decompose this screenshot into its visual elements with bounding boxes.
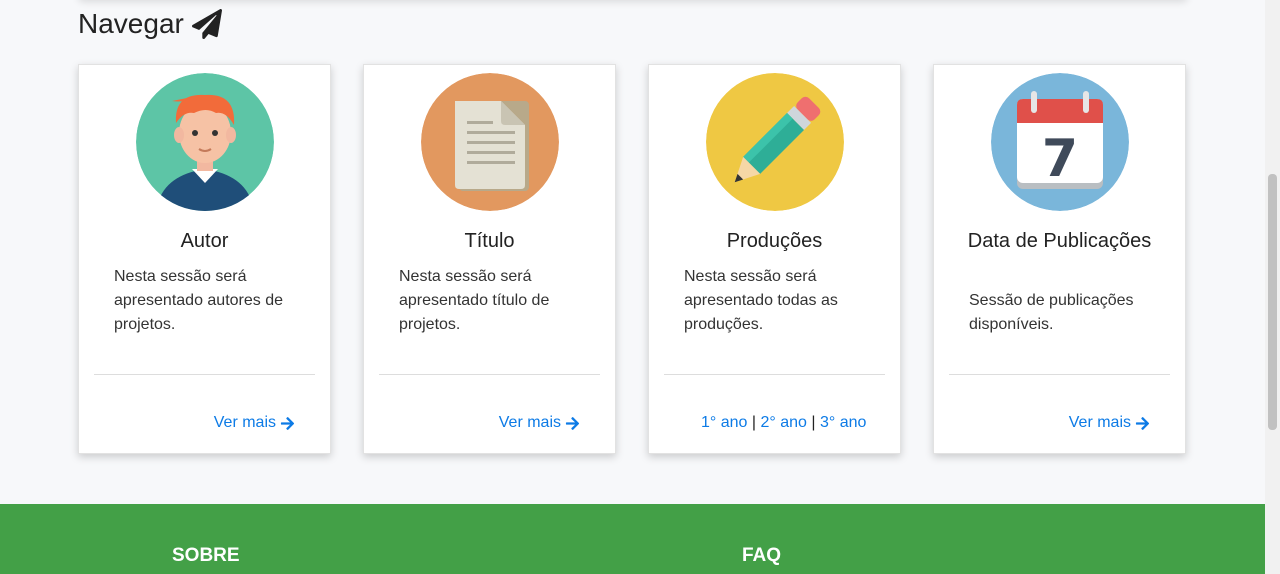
card-divider	[949, 374, 1170, 375]
ver-mais-link[interactable]: Ver mais	[499, 411, 580, 435]
ver-mais-label: Ver mais	[213, 414, 276, 431]
card-title: Autor	[180, 230, 229, 252]
footer-heading-faq: FAQ	[742, 545, 782, 566]
card-divider	[94, 374, 315, 375]
separator: |	[751, 414, 757, 431]
person-avatar-icon	[136, 73, 274, 211]
card-data-publicacoes: 7 Data de Publicações Sessão de publicaç…	[933, 64, 1186, 454]
card-description: Nesta sessão será apresentado título de …	[399, 268, 550, 333]
section-title: Navegar	[78, 4, 222, 44]
ver-mais-label: Ver mais	[498, 414, 561, 431]
ver-mais-link[interactable]: Ver mais	[214, 411, 295, 435]
card-title: Título	[464, 230, 515, 252]
card-divider	[664, 374, 885, 375]
card-description: Sessão de publicações disponíveis.	[969, 292, 1134, 333]
section-title-text: Navegar	[78, 8, 184, 39]
footer-heading-sobre: SOBRE	[172, 545, 240, 566]
paper-plane-icon	[191, 9, 222, 39]
year-link-2[interactable]: 2° ano	[761, 414, 807, 431]
card-title: Data de Publicações	[967, 230, 1152, 252]
year-links: 1° ano | 2° ano | 3° ano	[701, 411, 866, 435]
card-title: Produções	[726, 230, 823, 252]
pencil-icon	[706, 73, 844, 211]
document-icon	[421, 73, 559, 211]
scrollbar[interactable]	[1265, 0, 1280, 574]
ver-mais-label: Ver mais	[1068, 414, 1131, 431]
arrow-right-icon	[1135, 416, 1150, 430]
year-link-1[interactable]: 1° ano	[701, 414, 747, 431]
calendar-icon: 7	[991, 73, 1129, 211]
card-description: Nesta sessão será apresentado todas as p…	[684, 268, 838, 333]
card-autor: Autor Nesta sessão será apresentado auto…	[78, 64, 331, 454]
card-titulo: Título Nesta sessão será apresentado tít…	[363, 64, 616, 454]
card-description: Nesta sessão será apresentado autores de…	[114, 268, 284, 333]
year-link-3[interactable]: 3° ano	[820, 414, 866, 431]
arrow-right-icon	[565, 416, 580, 430]
card-producoes: Produções Nesta sessão será apresentado …	[648, 64, 901, 454]
scrollbar-thumb[interactable]	[1268, 174, 1277, 430]
arrow-right-icon	[280, 416, 295, 430]
ver-mais-link[interactable]: Ver mais	[1069, 411, 1150, 435]
card-divider	[379, 374, 600, 375]
footer: SOBRE FAQ	[0, 504, 1265, 574]
separator: |	[811, 414, 816, 431]
calendar-day: 7	[1042, 129, 1078, 189]
